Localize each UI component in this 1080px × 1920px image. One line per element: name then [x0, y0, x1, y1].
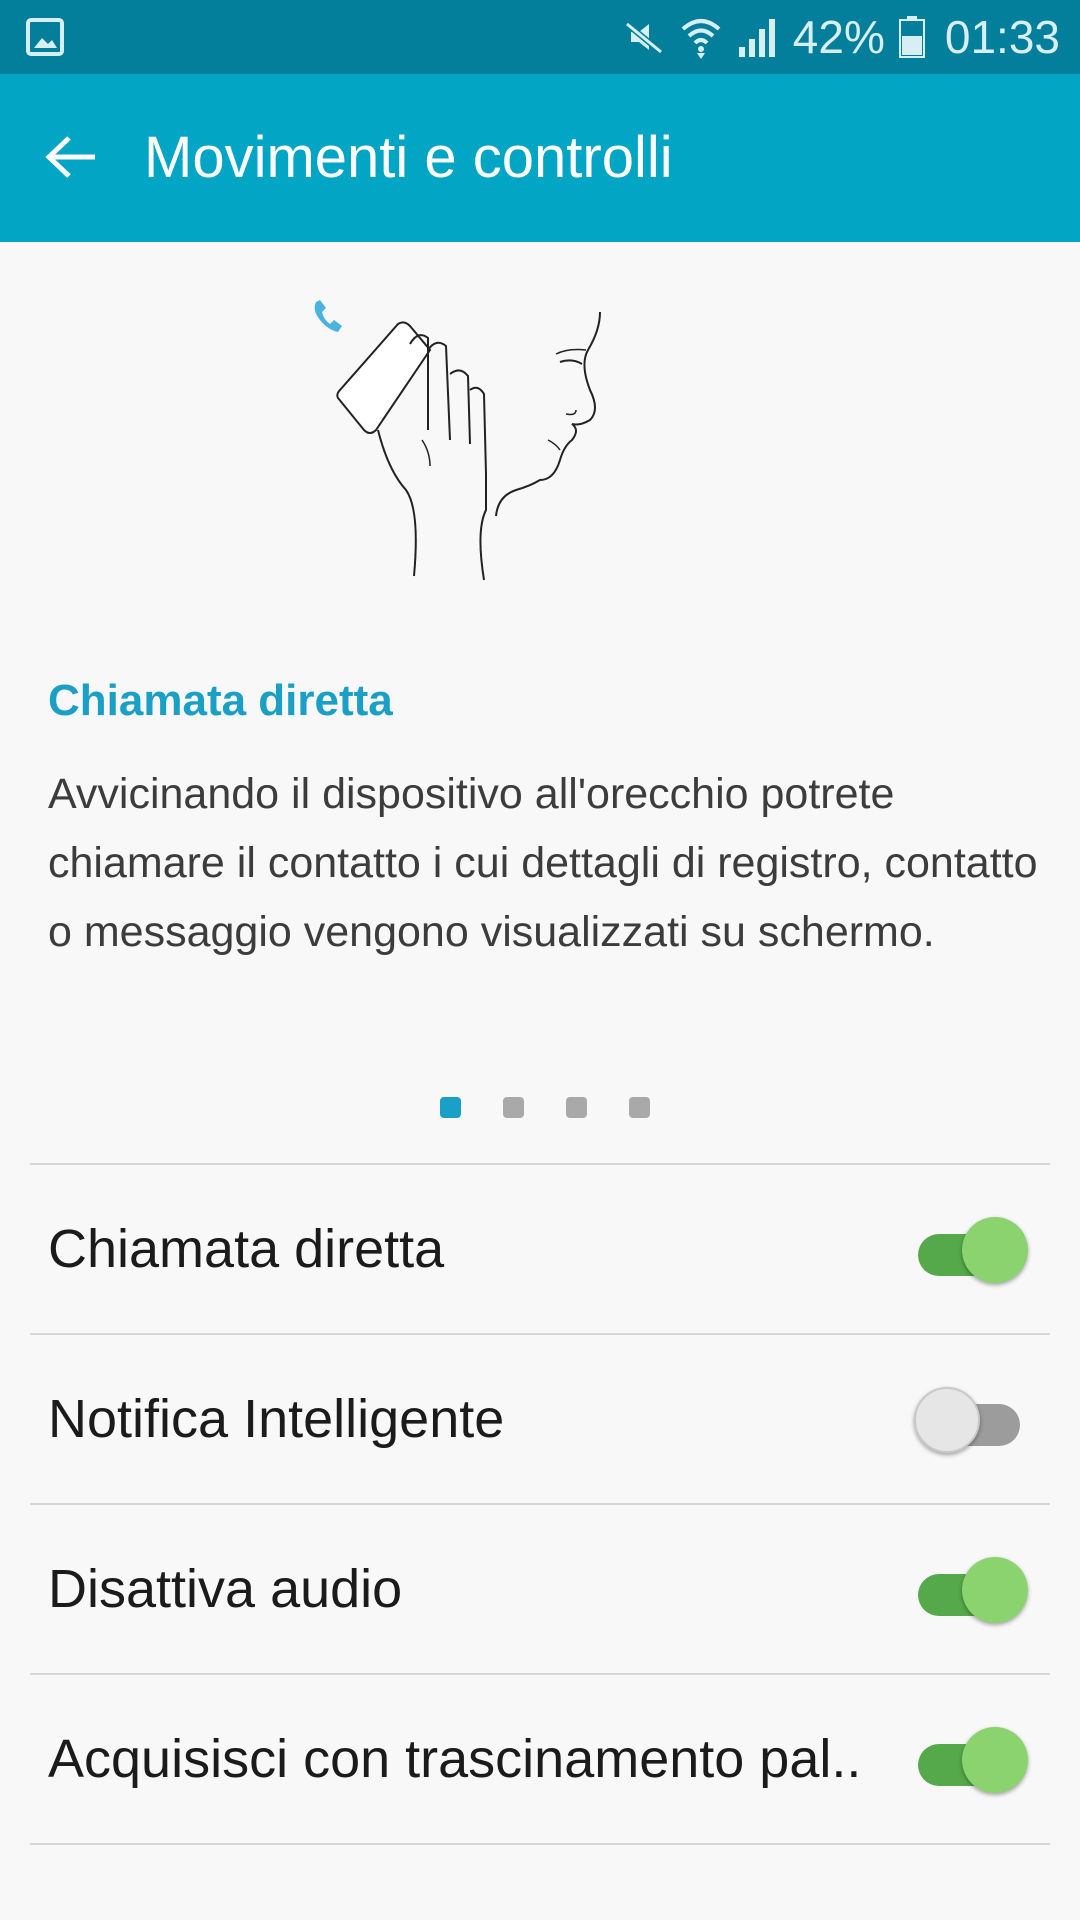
settings-list: Chiamata diretta Notifica Intelligente D…: [30, 1163, 1050, 1845]
direct-call-illustration: [310, 290, 610, 590]
status-bar: 42% 01:33: [0, 0, 1080, 74]
back-button[interactable]: [36, 124, 106, 194]
setting-row-direct-call[interactable]: Chiamata diretta: [30, 1165, 1050, 1333]
mute-icon: [623, 16, 665, 58]
setting-row-palm-swipe[interactable]: Acquisisci con trascinamento pal..: [30, 1675, 1050, 1843]
page-indicator: [0, 1097, 1080, 1118]
page-dot-2[interactable]: [503, 1097, 524, 1118]
page-dot-3[interactable]: [566, 1097, 587, 1118]
setting-row-smart-alert[interactable]: Notifica Intelligente: [30, 1335, 1050, 1503]
toggle-switch[interactable]: [914, 1722, 1028, 1796]
wifi-icon: [679, 15, 723, 59]
feature-title: Chiamata diretta: [48, 676, 393, 725]
setting-label: Chiamata diretta: [48, 1219, 445, 1279]
battery-percent: 42%: [792, 11, 885, 63]
toggle-switch[interactable]: [914, 1212, 1028, 1286]
setting-label: Notifica Intelligente: [48, 1389, 505, 1449]
switch-thumb: [962, 1217, 1028, 1283]
page-dot-1[interactable]: [440, 1097, 461, 1118]
gallery-icon: [26, 18, 64, 56]
switch-thumb: [914, 1387, 980, 1453]
feature-description: Avvicinando il dispositivo all'orecchio …: [48, 770, 1038, 956]
page-dot-4[interactable]: [629, 1097, 650, 1118]
divider: [30, 1843, 1050, 1845]
toggle-switch[interactable]: [914, 1552, 1028, 1626]
signal-icon: [737, 17, 779, 57]
toggle-switch[interactable]: [914, 1382, 1028, 1456]
battery-icon: [898, 16, 925, 58]
setting-label: Disattiva audio: [48, 1559, 403, 1619]
switch-thumb: [962, 1727, 1028, 1793]
arrow-left-icon: [45, 135, 97, 184]
clock: 01:33: [944, 11, 1060, 63]
page-title: Movimenti e controlli: [144, 125, 673, 190]
switch-thumb: [962, 1557, 1028, 1623]
app-bar: Movimenti e controlli: [0, 74, 1080, 242]
status-icons: 42% 01:33: [623, 0, 1060, 74]
setting-label: Acquisisci con trascinamento pal..: [48, 1729, 862, 1789]
setting-row-mute[interactable]: Disattiva audio: [30, 1505, 1050, 1673]
